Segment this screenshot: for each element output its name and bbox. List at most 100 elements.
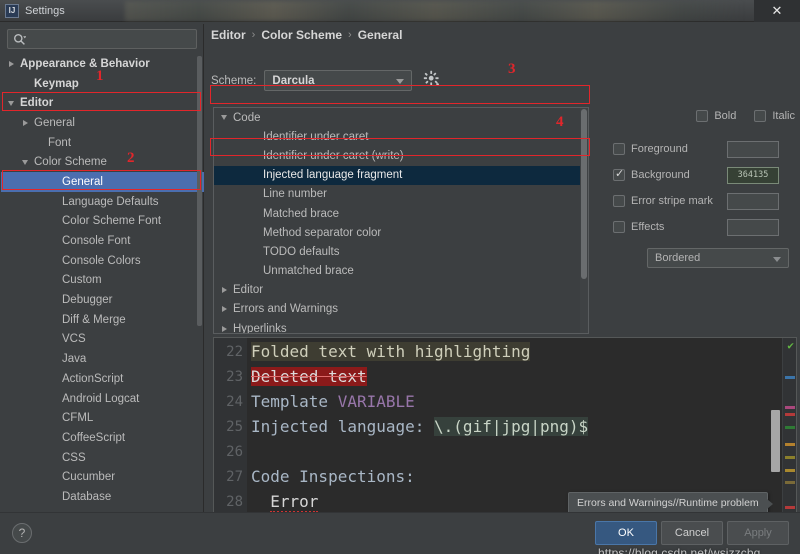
- inspection-ok-icon: ✔: [787, 341, 794, 351]
- sidebar-item[interactable]: CSS: [1, 448, 204, 468]
- italic-checkbox-box[interactable]: [754, 110, 766, 122]
- sidebar-item[interactable]: Java: [1, 349, 204, 369]
- error-stripe-panel[interactable]: ✔: [782, 338, 796, 532]
- background-color-swatch[interactable]: 364135: [727, 167, 779, 184]
- preview-line-number: 27: [214, 469, 247, 485]
- color-attribute-row[interactable]: Editor: [214, 281, 588, 300]
- sidebar-item[interactable]: CFML: [1, 408, 204, 428]
- cancel-button[interactable]: Cancel: [661, 521, 723, 545]
- sidebar-item-label: CSS: [59, 452, 86, 464]
- color-attribute-row[interactable]: Injected language fragment: [214, 166, 588, 185]
- sidebar-item[interactable]: Language Defaults: [1, 192, 204, 212]
- color-attribute-row[interactable]: Unmatched brace: [214, 262, 588, 281]
- sidebar-item[interactable]: Color Scheme Font: [1, 212, 204, 232]
- sidebar-item[interactable]: Console Colors: [1, 251, 204, 271]
- sidebar-item[interactable]: VCS: [1, 330, 204, 350]
- sidebar-scrollbar-thumb[interactable]: [197, 56, 202, 326]
- sidebar-item[interactable]: Diff & Merge: [1, 310, 204, 330]
- effects-color-swatch[interactable]: [727, 219, 779, 236]
- error-stripe-mark[interactable]: [785, 376, 795, 379]
- chevron-down-icon[interactable]: [19, 160, 31, 165]
- sidebar-item[interactable]: Custom: [1, 271, 204, 291]
- help-icon[interactable]: ?: [12, 523, 32, 543]
- sidebar-item[interactable]: CoffeeScript: [1, 428, 204, 448]
- bold-checkbox-box[interactable]: [696, 110, 708, 122]
- error-stripe-mark[interactable]: [785, 413, 795, 416]
- error-stripe-mark[interactable]: [785, 426, 795, 429]
- color-attribute-label: Errors and Warnings: [230, 303, 338, 315]
- sidebar-item[interactable]: Editor: [1, 93, 204, 113]
- breadcrumb-part[interactable]: Color Scheme: [261, 28, 342, 42]
- sidebar-item-label: Editor: [17, 97, 53, 109]
- chevron-right-icon[interactable]: [5, 61, 17, 67]
- color-attributes-list[interactable]: CodeIdentifier under caretIdentifier und…: [214, 108, 588, 334]
- effects-checkbox[interactable]: Effects: [613, 221, 721, 233]
- error-stripe-mark[interactable]: [785, 443, 795, 446]
- breadcrumb-part[interactable]: General: [358, 28, 403, 42]
- color-attribute-row[interactable]: Code: [214, 108, 588, 127]
- color-attribute-row[interactable]: Matched brace: [214, 204, 588, 223]
- background-checkbox[interactable]: Background: [613, 169, 721, 181]
- background-checkbox-box[interactable]: [613, 169, 625, 181]
- foreground-checkbox-box[interactable]: [613, 143, 625, 155]
- effects-checkbox-box[interactable]: [613, 221, 625, 233]
- sidebar-item-label: Java: [59, 353, 86, 365]
- sidebar-item[interactable]: General: [1, 172, 204, 192]
- sidebar-item[interactable]: Android Logcat: [1, 389, 204, 409]
- sidebar-item[interactable]: Font: [1, 133, 204, 153]
- sidebar-tree[interactable]: Appearance & BehaviorKeymap Editor General…: [1, 54, 204, 509]
- error-stripe-mark[interactable]: [785, 506, 795, 509]
- error-stripe-mark[interactable]: [785, 469, 795, 472]
- color-attribute-row[interactable]: Identifier under caret (write): [214, 146, 588, 165]
- attributes-scrollbar-thumb[interactable]: [581, 109, 587, 279]
- gear-icon[interactable]: [423, 70, 440, 92]
- sidebar-item[interactable]: Debugger: [1, 290, 204, 310]
- scheme-combobox[interactable]: Darcula: [264, 70, 412, 91]
- chevron-right-icon[interactable]: [218, 287, 230, 293]
- sidebar-item-label: Android Logcat: [59, 393, 139, 405]
- sidebar-item[interactable]: Keymap: [1, 74, 204, 94]
- ok-button[interactable]: OK: [595, 521, 657, 545]
- sidebar-item[interactable]: General: [1, 113, 204, 133]
- chevron-right-icon[interactable]: [19, 120, 31, 126]
- error-stripe-mark[interactable]: [785, 456, 795, 459]
- sidebar-item[interactable]: ActionScript: [1, 369, 204, 389]
- chevron-right-icon[interactable]: [218, 326, 230, 332]
- error-stripe-mark[interactable]: [785, 481, 795, 484]
- apply-button[interactable]: Apply: [727, 521, 789, 545]
- color-attribute-row[interactable]: Errors and Warnings: [214, 300, 588, 319]
- color-attribute-row[interactable]: Method separator color: [214, 223, 588, 242]
- attributes-scrollbar-track[interactable]: [580, 108, 588, 333]
- error-stripe-mark[interactable]: [785, 406, 795, 409]
- chevron-right-icon[interactable]: [218, 306, 230, 312]
- sidebar-item[interactable]: Console Font: [1, 231, 204, 251]
- color-attribute-row[interactable]: Line number: [214, 185, 588, 204]
- sidebar-item-label: VCS: [59, 333, 86, 345]
- chevron-down-icon[interactable]: [218, 115, 230, 120]
- preview-token: Deleted text: [251, 367, 367, 386]
- sidebar-item[interactable]: Drools: [1, 507, 204, 509]
- search-input[interactable]: [26, 32, 196, 46]
- error-stripe-checkbox-box[interactable]: [613, 195, 625, 207]
- effect-type-combobox[interactable]: Bordered: [647, 248, 789, 268]
- foreground-checkbox[interactable]: Foreground: [613, 143, 721, 155]
- error-stripe-color-swatch[interactable]: [727, 193, 779, 210]
- sidebar-item[interactable]: Color Scheme: [1, 152, 204, 172]
- search-icon: [13, 33, 26, 46]
- sidebar-item[interactable]: Cucumber: [1, 467, 204, 487]
- color-attribute-row[interactable]: TODO defaults: [214, 242, 588, 261]
- italic-checkbox[interactable]: Italic: [754, 110, 795, 122]
- search-field[interactable]: [7, 29, 197, 49]
- preview-scrollbar-thumb[interactable]: [771, 410, 780, 472]
- color-attribute-row[interactable]: Identifier under caret: [214, 127, 588, 146]
- breadcrumb-part[interactable]: Editor: [211, 28, 246, 42]
- foreground-color-swatch[interactable]: [727, 141, 779, 158]
- close-icon[interactable]: ✕: [754, 0, 800, 22]
- sidebar-item[interactable]: Database: [1, 487, 204, 507]
- error-stripe-checkbox[interactable]: Error stripe mark: [613, 195, 721, 207]
- chevron-down-icon[interactable]: [5, 101, 17, 106]
- sidebar-item[interactable]: Appearance & Behavior: [1, 54, 204, 74]
- font-style-row: Bold Italic: [696, 110, 795, 122]
- color-attribute-row[interactable]: Hyperlinks: [214, 319, 588, 334]
- bold-checkbox[interactable]: Bold: [696, 110, 736, 122]
